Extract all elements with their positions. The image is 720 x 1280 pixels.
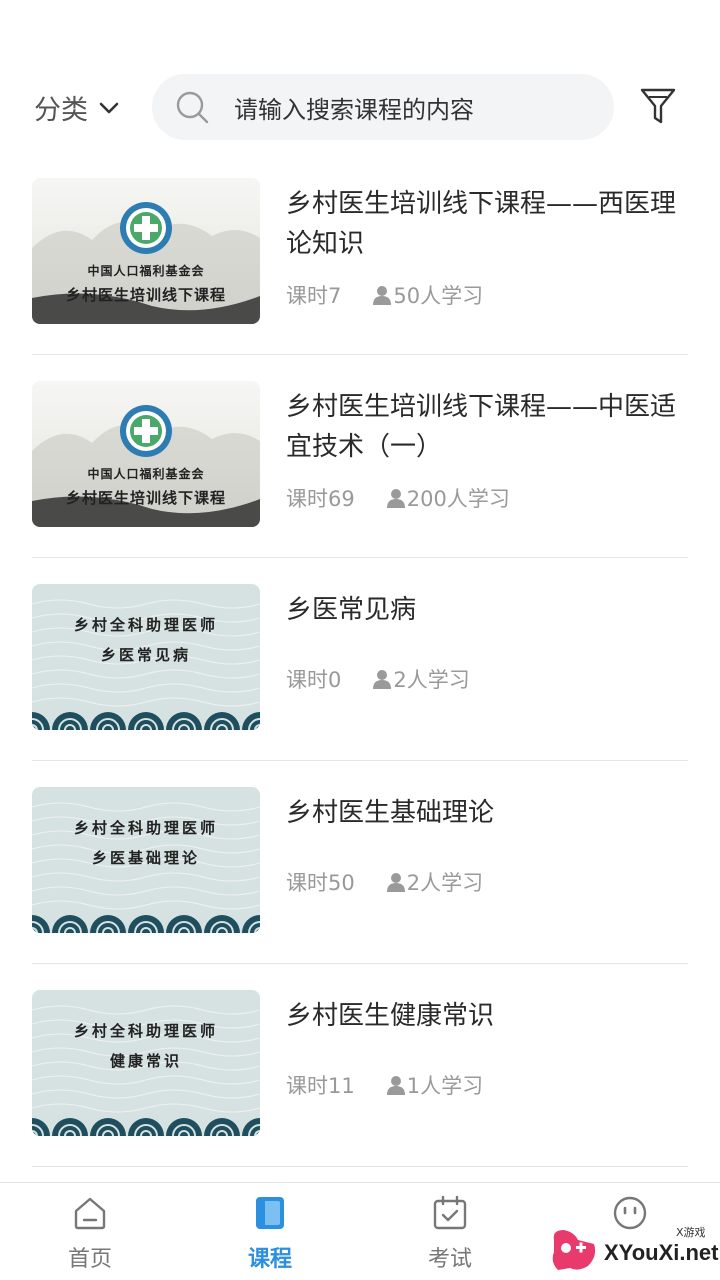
thumbnail-caption-line1: 中国人口福利基金会 [87, 467, 205, 481]
user-icon [386, 489, 405, 508]
watermark-logo: X游戏 XYouXi.net [548, 1222, 719, 1276]
book-icon [256, 1197, 284, 1229]
chevron-down-icon [99, 102, 119, 113]
nav-home-label: 首页 [67, 1247, 112, 1272]
course-meta: 课时11 1人学习 [286, 1070, 483, 1100]
course-thumbnail: 乡村全科助理医师 乡医基础理论 [32, 787, 260, 933]
course-learners: 1人学习 [406, 1074, 484, 1098]
calendar-check-icon [433, 1195, 467, 1230]
course-item[interactable]: 乡村全科助理医师 乡医常见病 乡医常见病 课时0 2人学习 [32, 584, 688, 787]
thumbnail-caption-line2: 乡医基础理论 [91, 849, 200, 867]
search-placeholder: 请输入搜索课程的内容 [234, 95, 474, 124]
course-learners: 2人学习 [393, 668, 470, 692]
thumbnail-caption-line2: 健康常识 [109, 1052, 182, 1070]
divider [32, 760, 688, 761]
course-hours: 课时50 [286, 871, 355, 895]
course-item[interactable]: 中国人口福利基金会 乡村医生培训线下课程 乡村医生培训线下课程——西医理论知识 课时7… [32, 178, 688, 381]
course-hours: 课时11 [286, 1074, 355, 1098]
gamepad-icon [552, 1230, 596, 1270]
divider [32, 1166, 688, 1167]
course-learners: 2人学习 [406, 871, 484, 895]
course-meta: 课时0 2人学习 [286, 664, 470, 694]
watermark-text: XYouXi.net [604, 1240, 719, 1265]
home-icon [74, 1197, 106, 1230]
nav-courses[interactable]: 课程 [210, 1195, 330, 1273]
nav-exam[interactable]: 考试 [390, 1195, 510, 1273]
course-title: 乡村医生基础理论 [286, 798, 495, 828]
course-item[interactable]: 乡村全科助理医师 乡医基础理论 乡村医生基础理论 课时50 2人学习 [32, 787, 688, 990]
course-meta: 课时69 200人学习 [286, 483, 510, 513]
course-hours: 课时69 [286, 487, 355, 511]
course-title: 乡村医生培训线下课程——中医适宜技术（一） [286, 392, 677, 462]
thumbnail-caption-line1: 乡村全科助理医师 [73, 819, 218, 837]
thumbnail-caption-line2: 乡村医生培训线下课程 [65, 489, 226, 507]
divider [32, 963, 688, 964]
user-icon [386, 1076, 405, 1095]
user-icon [373, 286, 392, 305]
course-thumbnail: 中国人口福利基金会乡村医生培训线下课程 [32, 178, 260, 324]
thumbnail-caption-line2: 乡医常见病 [100, 646, 191, 664]
thumbnail-caption-line1: 中国人口福利基金会 [87, 264, 205, 278]
course-item[interactable]: 中国人口福利基金会 乡村医生培训线下课程 乡村医生培训线下课程——中医适宜技术（一）… [32, 381, 688, 584]
course-thumbnail: 乡村全科助理医师 乡医常见病 [32, 584, 260, 730]
course-title: 乡医常见病 [286, 595, 417, 625]
course-title: 乡村医生健康常识 [286, 1001, 495, 1031]
course-meta: 课时7 50人学习 [286, 280, 483, 310]
course-thumbnail: 中国人口福利基金会乡村医生培训线下课程 [32, 381, 260, 527]
search-input[interactable]: 请输入搜索课程的内容 [152, 74, 614, 140]
course-thumbnail: 乡村全科助理医师 健康常识 [32, 990, 260, 1136]
course-list: 中国人口福利基金会 乡村医生培训线下课程 乡村医生培训线下课程——西医理论知识 课时7… [32, 178, 688, 1193]
thumbnail-caption-line2: 乡村医生培训线下课程 [65, 286, 226, 304]
category-label: 分类 [34, 95, 88, 126]
course-hours: 课时0 [286, 668, 342, 692]
nav-exam-label: 考试 [427, 1247, 472, 1272]
course-title: 乡村医生培训线下课程——西医理论知识 [286, 189, 677, 259]
category-dropdown[interactable]: 分类 [34, 88, 120, 127]
nav-home[interactable]: 首页 [30, 1195, 150, 1273]
course-learners: 50人学习 [393, 284, 484, 308]
user-icon [373, 670, 392, 689]
course-meta: 课时50 2人学习 [286, 867, 483, 897]
watermark-small-text: X游戏 [676, 1226, 706, 1239]
user-icon [386, 873, 405, 892]
thumbnail-caption-line1: 乡村全科助理医师 [73, 616, 218, 634]
filter-icon[interactable] [640, 86, 676, 126]
course-item[interactable]: 乡村全科助理医师 健康常识 乡村医生健康常识 课时11 1人学习 [32, 990, 688, 1193]
header: 分类 请输入搜索课程的内容 [0, 74, 720, 140]
course-hours: 课时7 [286, 284, 342, 308]
nav-courses-label: 课程 [247, 1247, 292, 1272]
divider [32, 354, 688, 355]
course-learners: 200人学习 [406, 487, 510, 511]
thumbnail-caption-line1: 乡村全科助理医师 [73, 1022, 218, 1040]
divider [32, 557, 688, 558]
search-icon [176, 91, 209, 124]
